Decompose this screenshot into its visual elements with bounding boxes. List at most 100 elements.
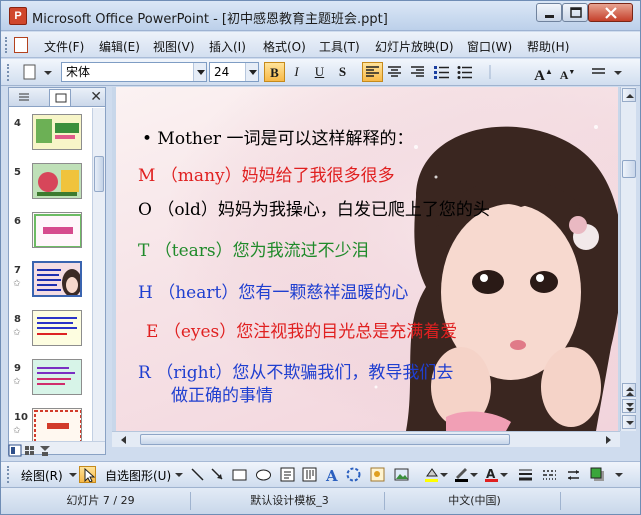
menu-insert[interactable]: 插入(I): [209, 38, 246, 55]
menu-view[interactable]: 视图(V): [153, 38, 195, 55]
chevron-down-icon[interactable]: [499, 466, 509, 483]
maximize-button[interactable]: [562, 3, 588, 22]
vertical-text-box-icon[interactable]: [301, 466, 318, 483]
scroll-down-button[interactable]: [622, 415, 636, 429]
slide-thumbnail[interactable]: [32, 212, 82, 248]
clip-art-icon[interactable]: [369, 466, 386, 483]
slide-thumbnail[interactable]: [32, 114, 82, 150]
bullets-button[interactable]: [454, 62, 475, 82]
font-name-dropdown-arrow[interactable]: [193, 63, 206, 81]
select-pointer-icon[interactable]: [79, 466, 96, 483]
font-name-select[interactable]: 宋体: [61, 62, 207, 82]
tab-slides[interactable]: [49, 89, 71, 106]
current-slide[interactable]: • Mother 一词是可以这样解释的： M （many）妈妈给了我很多很多 O…: [116, 87, 618, 431]
diagram-icon[interactable]: [345, 466, 362, 483]
slide-thumbnail[interactable]: [32, 359, 82, 395]
horizontal-scroll-thumb[interactable]: [140, 434, 510, 445]
align-center-button[interactable]: [384, 62, 405, 82]
slide-line-r-continued[interactable]: 做正确的事情: [171, 381, 273, 406]
menu-grip[interactable]: [5, 37, 9, 53]
bold-button[interactable]: B: [264, 62, 285, 82]
slide-thumbnail-row-selected[interactable]: 7 ✩: [9, 259, 91, 307]
new-slide-button[interactable]: [19, 62, 40, 82]
slide-thumbnail-row[interactable]: 9 ✩: [9, 357, 91, 405]
new-dropdown-arrow[interactable]: [41, 62, 55, 82]
slide-thumbnail[interactable]: [32, 163, 82, 199]
slide-thumbnail-row[interactable]: 4: [9, 112, 91, 160]
slide-thumbnail[interactable]: [32, 310, 82, 346]
menu-help[interactable]: 帮助(H): [527, 38, 569, 55]
next-slide-button[interactable]: [622, 399, 636, 413]
slide-thumbnail-row[interactable]: 8 ✩: [9, 308, 91, 356]
rectangle-icon[interactable]: [231, 466, 248, 483]
text-box-icon[interactable]: [279, 466, 296, 483]
slide-thumbnail-row[interactable]: 10 ✩: [9, 406, 91, 441]
chevron-left-icon[interactable]: [116, 433, 132, 447]
tab-outline[interactable]: [13, 89, 35, 106]
line-icon[interactable]: [189, 466, 206, 483]
insert-picture-icon[interactable]: [393, 466, 410, 483]
slide-line-t[interactable]: T （tears）您为我流过不少泪: [138, 236, 369, 261]
wordart-icon[interactable]: A: [323, 466, 340, 483]
chevron-down-icon[interactable]: [171, 466, 188, 483]
slide-line-r[interactable]: R （right）您从不欺骗我们，教导我们去: [138, 358, 453, 383]
design-template-name[interactable]: 默认设计模板_3: [195, 492, 385, 510]
slide-horizontal-scrollbar[interactable]: [112, 431, 620, 447]
view-buttons-icons[interactable]: [8, 444, 58, 458]
arrow-icon[interactable]: [209, 466, 226, 483]
slides-pane-scroll-thumb[interactable]: [94, 156, 104, 192]
menu-edit[interactable]: 编辑(E): [99, 38, 140, 55]
shadow-style-icon[interactable]: [589, 466, 606, 483]
slides-pane-vertical-scrollbar[interactable]: [92, 108, 105, 441]
slide-thumbnail[interactable]: [32, 408, 82, 441]
slide-vertical-scrollbar[interactable]: [620, 87, 636, 431]
slide-line-o[interactable]: O （old）妈妈为我操心，白发已爬上了您的头: [138, 195, 490, 220]
underline-button[interactable]: U: [309, 62, 330, 82]
toolbar-grip[interactable]: [7, 64, 11, 81]
chevron-down-icon[interactable]: [439, 466, 449, 483]
menu-window[interactable]: 窗口(W): [467, 38, 512, 55]
slide-line-m[interactable]: M （many）妈妈给了我很多很多: [138, 161, 395, 186]
close-window-button[interactable]: [588, 3, 633, 22]
slide-line-1[interactable]: • Mother 一词是可以这样解释的：: [142, 124, 413, 149]
draw-menu-button[interactable]: 绘图(R): [21, 467, 63, 484]
chevron-down-icon[interactable]: [469, 466, 479, 483]
drawing-toolbar-grip[interactable]: [7, 466, 11, 483]
slide-thumbnail[interactable]: [31, 260, 83, 298]
font-size-select[interactable]: 24: [209, 62, 259, 82]
oval-icon[interactable]: [255, 466, 272, 483]
slide-thumbnail-row[interactable]: 5: [9, 161, 91, 209]
autoshapes-menu-button[interactable]: 自选图形(U): [105, 467, 171, 484]
toolbar-overflow-button[interactable]: [611, 62, 625, 82]
align-left-button[interactable]: [362, 62, 383, 82]
arrow-style-icon[interactable]: [565, 466, 582, 483]
document-icon[interactable]: [14, 37, 28, 53]
slide-line-e[interactable]: E （eyes）您注视我的目光总是充满着爱: [146, 317, 457, 342]
italic-button[interactable]: I: [286, 62, 307, 82]
line-style-icon[interactable]: [517, 466, 534, 483]
line-color-icon[interactable]: [453, 466, 470, 483]
menu-format[interactable]: 格式(O): [263, 38, 306, 55]
align-right-button[interactable]: [407, 62, 428, 82]
scroll-up-button[interactable]: [622, 88, 636, 102]
shadow-button[interactable]: S: [332, 62, 353, 82]
slide-thumbnail-row[interactable]: 6: [9, 210, 91, 258]
font-color-icon[interactable]: A: [483, 466, 500, 483]
minimize-button[interactable]: [536, 3, 562, 22]
menu-file[interactable]: 文件(F): [44, 38, 84, 55]
previous-slide-button[interactable]: [622, 383, 636, 397]
menu-tools[interactable]: 工具(T): [319, 38, 360, 55]
vertical-scroll-thumb[interactable]: [622, 160, 636, 178]
toolbar-options-button[interactable]: [588, 62, 609, 82]
decrease-font-size-button[interactable]: A▼: [557, 62, 578, 82]
dash-style-icon[interactable]: [541, 466, 558, 483]
powerpoint-app-icon[interactable]: P: [9, 7, 27, 25]
menu-slideshow[interactable]: 幻灯片放映(D): [375, 38, 454, 55]
fill-color-icon[interactable]: [423, 466, 440, 483]
slide-line-h[interactable]: H （heart）您有一颗慈祥温暖的心: [138, 278, 408, 303]
numbering-button[interactable]: [431, 62, 452, 82]
chevron-right-icon[interactable]: [600, 433, 616, 447]
font-size-dropdown-arrow[interactable]: [245, 63, 258, 81]
increase-font-size-button[interactable]: A▲: [533, 62, 554, 84]
chevron-down-icon[interactable]: [613, 466, 625, 483]
